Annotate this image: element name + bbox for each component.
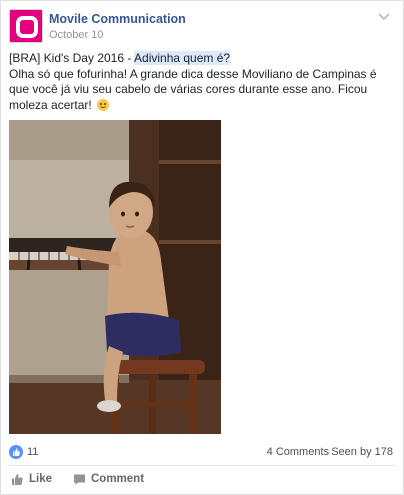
comment-button[interactable]: Comment bbox=[73, 472, 163, 488]
post-timestamp[interactable]: October 10 bbox=[49, 29, 103, 41]
comments-count-link[interactable]: 4 Comments bbox=[267, 446, 329, 458]
movile-logo-icon bbox=[16, 16, 38, 38]
like-button-label: Like bbox=[29, 473, 53, 485]
like-count[interactable]: 11 bbox=[27, 446, 38, 458]
post-header: Movile Communication October 10 bbox=[9, 9, 395, 43]
post-text-body: Olha só que fofurinha! A grande dica des… bbox=[9, 66, 377, 112]
child-at-keyboard-image bbox=[9, 120, 221, 434]
comment-bubble-icon bbox=[74, 474, 85, 485]
seen-by-count[interactable]: Seen by 178 bbox=[331, 446, 393, 458]
post-stats: 11 4 Comments Seen by 178 bbox=[9, 443, 395, 461]
post-message: [BRA] Kid's Day 2016 - Adivinha quem é? … bbox=[9, 51, 393, 113]
comment-button-label: Comment bbox=[91, 473, 145, 485]
post-card: Movile Communication October 10 [BRA] Ki… bbox=[0, 0, 404, 495]
post-text-prefix: [BRA] Kid's Day 2016 - bbox=[9, 51, 135, 65]
like-button[interactable]: Like bbox=[11, 472, 71, 488]
like-reaction-icon[interactable] bbox=[9, 445, 23, 459]
post-text-highlight: Adivinha quem é? bbox=[134, 51, 231, 65]
page-avatar[interactable] bbox=[9, 9, 43, 43]
chevron-down-icon[interactable] bbox=[377, 11, 391, 23]
smiley-emoji-icon bbox=[97, 98, 110, 111]
page-name-link[interactable]: Movile Communication bbox=[49, 12, 186, 26]
thumbs-up-icon bbox=[12, 474, 23, 485]
post-photo[interactable] bbox=[9, 120, 221, 434]
actions-divider bbox=[9, 465, 395, 466]
